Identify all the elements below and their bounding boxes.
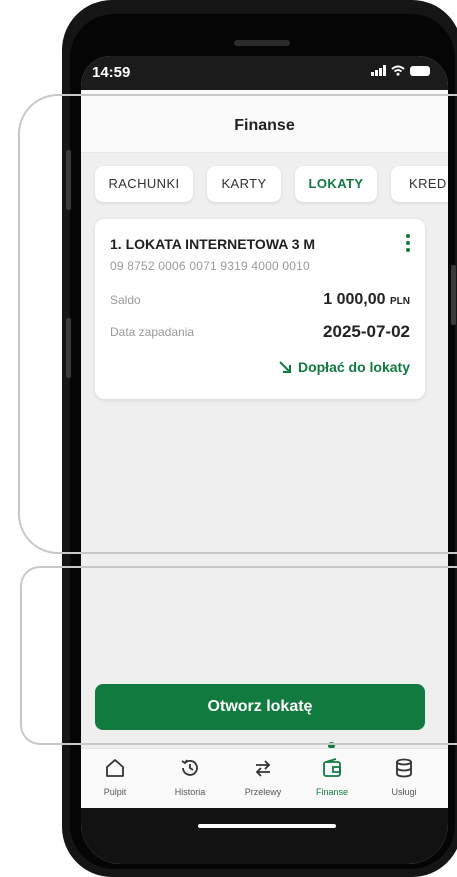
speaker-grille — [234, 40, 290, 46]
nav-label: Przelewy — [244, 787, 282, 797]
bottom-nav: Pulpit Historia Przelewy Finanse Usługi — [81, 748, 448, 809]
nav-label: Pulpit — [103, 787, 127, 797]
wallet-icon — [323, 758, 341, 777]
nav-label: Historia — [174, 787, 206, 797]
home-indicator-area — [81, 808, 448, 864]
highlight-bracket — [20, 566, 457, 745]
transfer-icon — [255, 760, 271, 777]
status-icons — [371, 65, 430, 76]
database-icon — [396, 758, 412, 778]
nav-pulpit[interactable]: Pulpit — [81, 757, 150, 800]
home-icon — [106, 759, 124, 777]
status-bar: 14:59 — [81, 56, 448, 90]
battery-icon — [410, 65, 430, 76]
nav-finanse[interactable]: Finanse — [297, 757, 367, 800]
signal-icon — [371, 65, 386, 76]
nav-przelewy[interactable]: Przelewy — [228, 757, 298, 800]
status-time: 14:59 — [92, 64, 131, 81]
home-indicator[interactable] — [198, 824, 336, 828]
highlight-bracket — [18, 94, 457, 554]
nav-label: Finanse — [315, 787, 349, 797]
nav-label: Usługi — [391, 787, 417, 797]
history-icon — [181, 759, 198, 776]
nav-historia[interactable]: Historia — [155, 757, 225, 800]
nav-uslugi[interactable]: Usługi — [369, 757, 439, 800]
wifi-icon — [391, 65, 405, 76]
